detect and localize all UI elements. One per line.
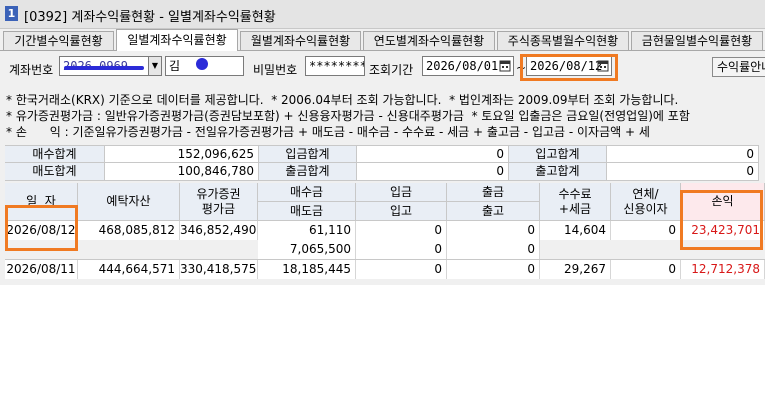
redaction-scribble-mark: [196, 58, 208, 70]
header-withdraw[interactable]: 출금: [447, 183, 540, 202]
out-total-value: 0: [607, 163, 759, 181]
date-range-separator: ~: [516, 61, 527, 75]
start-date-value: 2026/08/01: [426, 59, 499, 73]
row-1-overdue-interest: 0: [611, 221, 681, 240]
note-line: * 유가증권평가금 : 일반유가증권평가금(증권담보포함) + 신용융자평가금 …: [6, 109, 690, 123]
tab-underline: [0, 50, 765, 51]
password-field[interactable]: ********: [305, 56, 365, 76]
note-line: * 한국거래소(KRX) 기준으로 데이터를 제공합니다. * 2006.04부…: [6, 93, 679, 107]
row-1-in-goods: 0: [356, 240, 447, 259]
row-1-deposit: 0: [356, 221, 447, 240]
period-label: 조회기간: [369, 63, 414, 77]
row-2-buy-amount: 18,185,445: [258, 260, 356, 279]
returns-guide-button[interactable]: 수익률안내: [712, 57, 765, 77]
header-overdue-interest[interactable]: 연체/ 신용이자: [611, 183, 681, 221]
sell-total-label: 매도합계: [5, 163, 105, 181]
header-deposit[interactable]: 입금: [356, 183, 447, 202]
header-out-goods[interactable]: 출고: [447, 202, 540, 221]
tab-daily-account-returns[interactable]: 일별계좌수익률현황: [116, 29, 238, 51]
row-2-deposit-assets: 444,664,571: [78, 260, 180, 279]
header-deposit-assets[interactable]: 예탁자산: [78, 183, 180, 221]
row-1-securities-eval: 346,852,490: [180, 221, 258, 240]
note-line: * 손 익 : 기준일유가증권평가금 - 전일유가증권평가금 + 매도금 - 매…: [6, 125, 650, 139]
window-title: [0392] 계좌수익률현황 - 일별계좌수익률현황: [24, 10, 276, 25]
row-2-profit: 12,712,378: [681, 260, 765, 279]
deposit-total-label: 입금합계: [259, 145, 357, 163]
row-2-date[interactable]: 2026/08/11: [5, 260, 78, 279]
header-securities-eval[interactable]: 유가증권 평가금: [180, 183, 258, 221]
calendar-icon[interactable]: [499, 59, 511, 72]
header-sell-amount[interactable]: 매도금: [258, 202, 356, 221]
app-window: 1 [0392] 계좌수익률현황 - 일별계좌수익률현황 기간별수익률현황 일별…: [0, 0, 765, 285]
row-1-buy-amount: 61,110: [258, 221, 356, 240]
daily-returns-grid: 일 자 예탁자산 유가증권 평가금 매수금 매도금 입금 입고 출금 출고 수수…: [5, 183, 765, 285]
out-total-label: 출고합계: [509, 163, 607, 181]
header-fee-tax[interactable]: 수수료 +세금: [540, 183, 611, 221]
calendar-icon[interactable]: [597, 59, 609, 72]
row-1-deposit-assets: 468,085,812: [78, 221, 180, 240]
tab-stock-monthly-returns[interactable]: 주식종목별월수익현황: [497, 31, 629, 50]
header-date[interactable]: 일 자: [5, 183, 78, 221]
withdraw-total-value: 0: [357, 163, 509, 181]
account-dropdown-button[interactable]: ▼: [148, 56, 162, 76]
tab-yearly-account-returns[interactable]: 연도별계좌수익률현황: [363, 31, 495, 50]
redaction-scribble: [64, 66, 144, 70]
chevron-down-icon: ▼: [151, 61, 159, 70]
tab-monthly-account-returns[interactable]: 월별계좌수익률현황: [240, 31, 361, 50]
in-total-value: 0: [607, 145, 759, 163]
notes-panel: * 한국거래소(KRX) 기준으로 데이터를 제공합니다. * 2006.04부…: [0, 89, 765, 139]
header-profit[interactable]: 손익: [681, 183, 765, 221]
row-2-deposit: 0: [356, 260, 447, 279]
row-1-date[interactable]: 2026/08/12: [5, 221, 78, 240]
tab-period-returns[interactable]: 기간별수익률현황: [3, 31, 114, 50]
row-2-withdraw: 0: [447, 260, 540, 279]
window-number-icon: 1: [5, 6, 18, 21]
end-date-field[interactable]: 2026/08/12: [526, 56, 612, 76]
row-2-overdue-interest: 0: [611, 260, 681, 279]
header-in-goods[interactable]: 입고: [356, 202, 447, 221]
row-2-securities-eval: 330,418,575: [180, 260, 258, 279]
end-date-value: 2026/08/12: [530, 59, 603, 73]
account-label: 계좌번호: [9, 63, 54, 77]
in-total-label: 입고합계: [509, 145, 607, 163]
row-1-profit: 23,423,701: [681, 221, 765, 240]
password-label: 비밀번호: [253, 63, 298, 77]
row-1-fee-tax: 14,604: [540, 221, 611, 240]
row-1-withdraw: 0: [447, 221, 540, 240]
title-bar: 1 [0392] 계좌수익률현황 - 일별계좌수익률현황: [0, 0, 765, 29]
tab-bar: 기간별수익률현황 일별계좌수익률현황 월별계좌수익률현황 연도별계좌수익률현황 …: [3, 29, 765, 51]
buy-total-value: 152,096,625: [105, 145, 259, 163]
row-2-fee-tax: 29,267: [540, 260, 611, 279]
buy-total-label: 매수합계: [5, 145, 105, 163]
withdraw-total-label: 출금합계: [259, 163, 357, 181]
deposit-total-value: 0: [357, 145, 509, 163]
tab-gold-daily-returns[interactable]: 금현물일별수익률현황: [631, 31, 763, 50]
row-1-sell-amount: 7,065,500: [258, 240, 356, 259]
sell-total-value: 100,846,780: [105, 163, 259, 181]
header-buy-amount[interactable]: 매수금: [258, 183, 356, 202]
row-1-out-goods: 0: [447, 240, 540, 259]
summary-grid: 매수합계 152,096,625 입금합계 0 입고합계 0 매도합계 100,…: [5, 145, 765, 181]
start-date-field[interactable]: 2026/08/01: [422, 56, 514, 76]
